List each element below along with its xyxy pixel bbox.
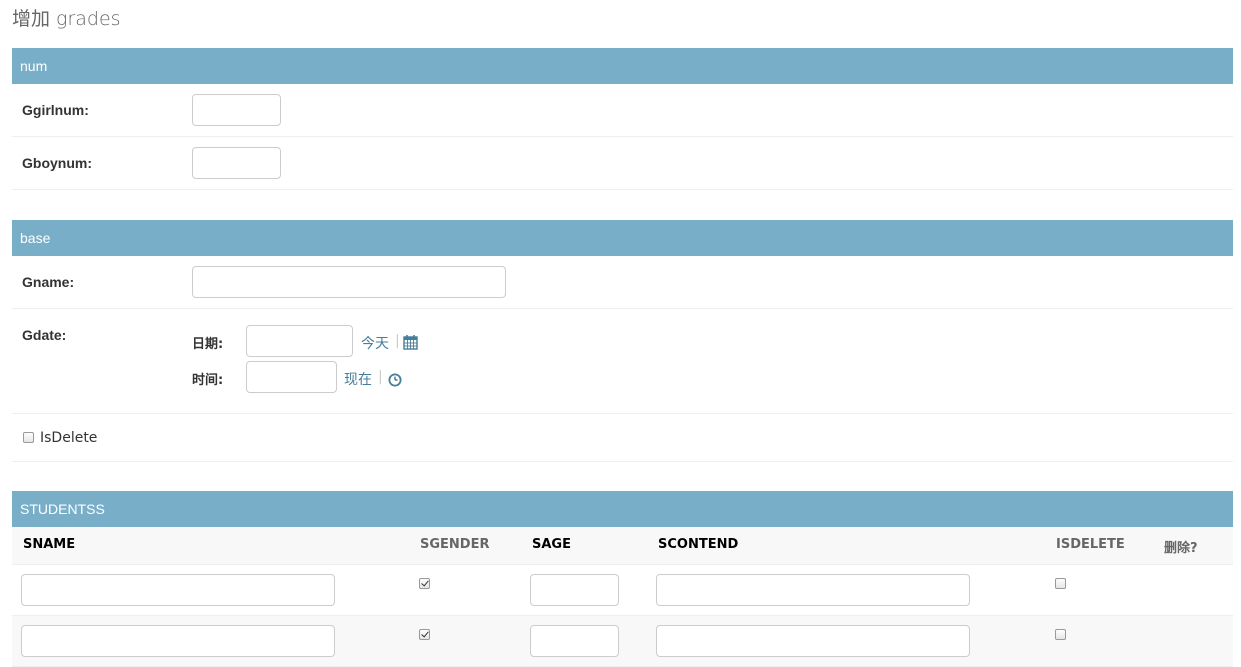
column-header-sname: SNAME xyxy=(23,537,76,552)
isdelete-checkbox[interactable] xyxy=(23,432,34,443)
calendar-icon[interactable] xyxy=(403,334,418,354)
sage-input[interactable] xyxy=(530,625,619,657)
form-row-gboynum: Gboynum: xyxy=(12,137,1233,190)
form-row-gname: Gname: xyxy=(12,256,1233,309)
date-separator: | xyxy=(395,333,400,349)
sname-input[interactable] xyxy=(21,625,335,657)
inline-table-header: SNAME SGENDER SAGE SCONTEND ISDELETE 删除? xyxy=(12,527,1233,565)
gdate-label: Gdate: xyxy=(22,327,67,343)
table-row xyxy=(12,565,1233,616)
scontend-input[interactable] xyxy=(656,625,970,657)
scontend-input[interactable] xyxy=(656,574,970,606)
fieldset-base: base Gname: Gdate: 日期: 今天 | 时间: 现在 | IsD… xyxy=(12,220,1233,462)
clock-icon[interactable] xyxy=(388,372,402,391)
time-label: 时间: xyxy=(192,373,224,388)
fieldset-num-header: num xyxy=(12,48,1233,84)
sname-input[interactable] xyxy=(21,574,335,606)
gname-input[interactable] xyxy=(192,266,506,298)
form-row-ggirlnum: Ggirlnum: xyxy=(12,84,1233,137)
column-header-delete: 删除? xyxy=(1164,541,1198,556)
gboynum-input[interactable] xyxy=(192,147,281,179)
isdelete-label: IsDelete xyxy=(40,430,98,446)
time-separator: | xyxy=(378,369,383,385)
column-header-scontend: SCONTEND xyxy=(658,537,739,552)
today-link[interactable]: 今天 xyxy=(361,333,389,353)
time-input[interactable] xyxy=(246,361,337,393)
table-row xyxy=(12,616,1233,667)
date-input[interactable] xyxy=(246,325,353,357)
date-label: 日期: xyxy=(192,337,224,352)
ggirlnum-label: Ggirlnum: xyxy=(22,102,89,118)
form-row-gdate: Gdate: 日期: 今天 | 时间: 现在 | xyxy=(12,309,1233,414)
fieldset-num: num Ggirlnum: Gboynum: xyxy=(12,48,1233,190)
sgender-checkbox[interactable] xyxy=(419,578,430,589)
form-row-isdelete: IsDelete xyxy=(12,414,1233,462)
sage-input[interactable] xyxy=(530,574,619,606)
fieldset-base-header: base xyxy=(12,220,1233,256)
column-header-sgender: SGENDER xyxy=(420,537,490,552)
page-title: 增加 grades xyxy=(12,8,121,30)
inline-studentss-header: STUDENTSS xyxy=(12,491,1233,527)
gname-label: Gname: xyxy=(22,274,75,290)
isdelete-row-checkbox[interactable] xyxy=(1055,578,1066,589)
sgender-checkbox[interactable] xyxy=(419,629,430,640)
isdelete-row-checkbox[interactable] xyxy=(1055,629,1066,640)
now-link[interactable]: 现在 xyxy=(344,369,372,389)
ggirlnum-input[interactable] xyxy=(192,94,281,126)
gboynum-label: Gboynum: xyxy=(22,155,92,171)
column-header-isdelete: ISDELETE xyxy=(1056,537,1125,552)
column-header-sage: SAGE xyxy=(532,537,571,552)
inline-studentss: STUDENTSS SNAME SGENDER SAGE SCONTEND IS… xyxy=(12,491,1233,667)
